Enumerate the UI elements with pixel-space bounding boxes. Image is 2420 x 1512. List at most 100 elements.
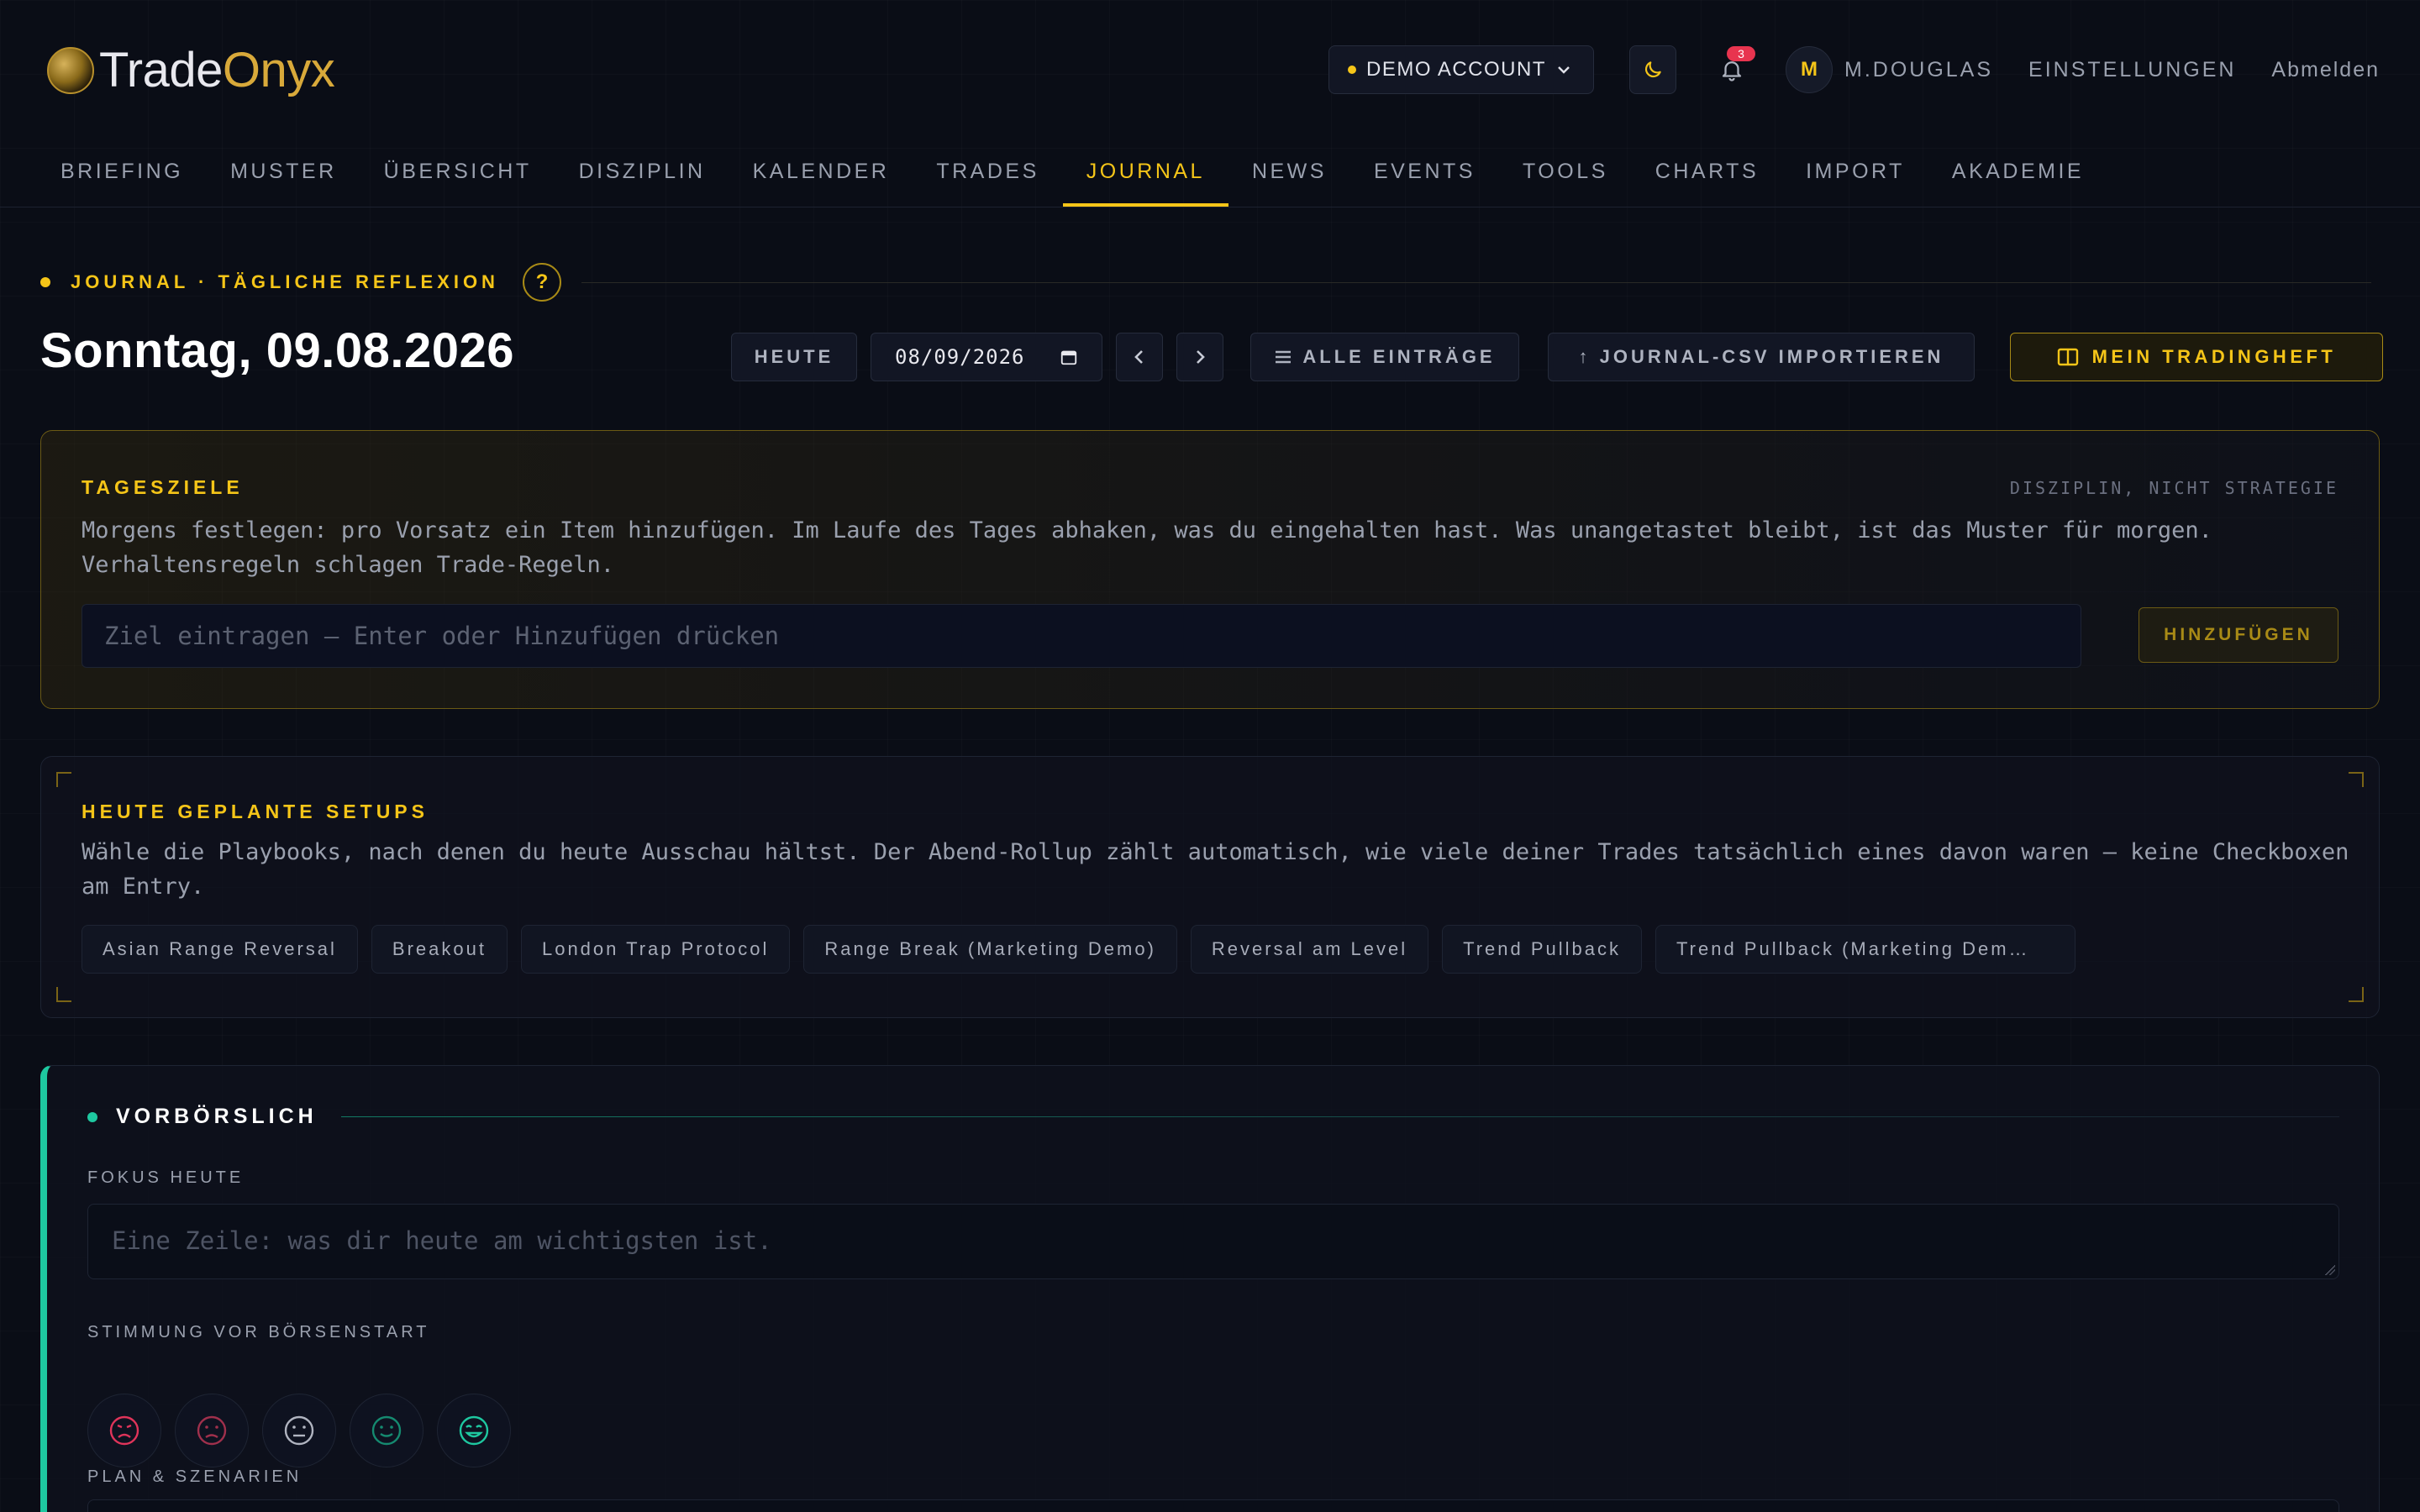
angry-face-icon: [109, 1415, 139, 1446]
tab-tools[interactable]: TOOLS: [1499, 139, 1632, 207]
mood-very-good-button[interactable]: [437, 1394, 511, 1467]
goals-description-line-1: Morgens festlegen: pro Vorsatz ein Item …: [82, 517, 2212, 543]
setup-chip[interactable]: London Trap Protocol: [520, 925, 791, 974]
today-button[interactable]: HEUTE: [731, 333, 857, 381]
username-link[interactable]: M.DOUGLAS: [1844, 58, 1993, 82]
moon-icon: [1644, 61, 1661, 78]
plan-textarea[interactable]: [87, 1499, 2339, 1512]
setups-description: Wähle die Playbooks, nach denen du heute…: [82, 835, 2350, 904]
mood-selector: [87, 1394, 524, 1467]
setups-description-line-1: Wähle die Playbooks, nach denen du heute…: [82, 839, 2349, 865]
tab-charts[interactable]: CHARTS: [1632, 139, 1782, 207]
brand-logo[interactable]: TradeOnyx: [47, 42, 335, 98]
mood-label: STIMMUNG VOR BÖRSENSTART: [87, 1323, 430, 1341]
goal-input[interactable]: Ziel eintragen — Enter oder Hinzufügen d…: [82, 604, 2081, 668]
eyebrow-dot: [40, 277, 50, 287]
chevron-left-icon: [1134, 350, 1143, 364]
calendar-icon: [1060, 350, 1077, 365]
premarket-card: VORBÖRSLICH FOKUS HEUTE Eine Zeile: was …: [40, 1065, 2380, 1512]
date-value: 08/09/2026: [895, 345, 1025, 369]
focus-textarea[interactable]: Eine Zeile: was dir heute am wichtigsten…: [87, 1204, 2339, 1279]
goals-description-line-2: Verhaltensregeln schlagen Trade-Regeln.: [82, 552, 614, 578]
eyebrow-divider: [581, 281, 2371, 283]
mood-good-button[interactable]: [350, 1394, 424, 1467]
tab-news[interactable]: NEWS: [1228, 139, 1350, 207]
goals-title: TAGESZIELE: [82, 476, 244, 498]
tab-muster[interactable]: MUSTER: [207, 139, 360, 207]
mood-very-bad-button[interactable]: [87, 1394, 161, 1467]
date-picker-input[interactable]: 08/09/2026: [871, 333, 1102, 381]
corner-mark: [56, 987, 71, 1002]
account-switcher[interactable]: DEMO ACCOUNT: [1328, 45, 1594, 94]
all-entries-button[interactable]: ALLE EINTRÄGE: [1250, 333, 1519, 381]
smile-face-icon: [371, 1415, 402, 1446]
eyebrow-label: JOURNAL · TÄGLICHE REFLEXION: [71, 271, 499, 292]
resize-handle-icon[interactable]: [2325, 1265, 2335, 1275]
corner-mark: [56, 772, 71, 787]
tab-import[interactable]: IMPORT: [1782, 139, 1928, 207]
planned-setups-card: HEUTE GEPLANTE SETUPS Wähle die Playbook…: [40, 756, 2380, 1018]
corner-mark: [2349, 772, 2364, 787]
onyx-logo-icon: [47, 46, 94, 94]
account-status-dot: [1347, 66, 1356, 74]
next-day-button[interactable]: [1176, 333, 1223, 381]
settings-link[interactable]: EINSTELLUNGEN: [2028, 58, 2236, 82]
brand-name: TradeOnyx: [99, 43, 335, 97]
theme-toggle-button[interactable]: [1629, 45, 1676, 94]
tradingheft-button[interactable]: MEIN TRADINGHEFT: [2010, 333, 2383, 381]
goals-description: Morgens festlegen: pro Vorsatz ein Item …: [82, 513, 2212, 582]
tab-disziplin[interactable]: DISZIPLIN: [555, 139, 729, 207]
premarket-divider: [340, 1116, 2339, 1117]
mood-neutral-button[interactable]: [262, 1394, 336, 1467]
notification-count-badge: 3: [1727, 46, 1755, 61]
top-bar: TradeOnyx DEMO ACCOUNT 3 M M.DOUGLAS EIN…: [0, 0, 2420, 139]
tab-journal[interactable]: JOURNAL: [1062, 139, 1229, 207]
mood-bad-button[interactable]: [175, 1394, 249, 1467]
focus-placeholder: Eine Zeile: was dir heute am wichtigsten…: [112, 1226, 772, 1255]
tab-uebersicht[interactable]: ÜBERSICHT: [360, 139, 555, 207]
notifications-button[interactable]: 3: [1715, 46, 1755, 87]
setup-chip[interactable]: Reversal am Level: [1190, 925, 1429, 974]
user-nav: DEMO ACCOUNT 3 M M.DOUGLAS EINSTELLUNGEN…: [1328, 45, 2380, 94]
all-entries-label: ALLE EINTRÄGE: [1302, 346, 1496, 367]
corner-mark: [2349, 987, 2364, 1002]
setup-chip[interactable]: Range Break (Marketing Demo): [803, 925, 1177, 974]
main-navigation: BRIEFING MUSTER ÜBERSICHT DISZIPLIN KALE…: [37, 139, 2107, 207]
help-button[interactable]: ?: [522, 263, 561, 302]
setup-chip[interactable]: Breakout: [371, 925, 508, 974]
list-icon: [1276, 350, 1292, 364]
focus-label: FOKUS HEUTE: [87, 1168, 245, 1187]
daily-goals-card: TAGESZIELE DISZIPLIN, NICHT STRATEGIE Mo…: [40, 430, 2380, 709]
journal-toolbar: HEUTE 08/09/2026 ALLE EINTRÄGE ↑ JOURNAL…: [731, 333, 2383, 381]
setup-chips: Asian Range Reversal Breakout London Tra…: [82, 925, 2089, 974]
import-csv-button[interactable]: ↑ JOURNAL-CSV IMPORTIEREN: [1548, 333, 1975, 381]
setup-chip[interactable]: Trend Pullback (Marketing Dem…: [1655, 925, 2076, 974]
tab-kalender[interactable]: KALENDER: [729, 139, 913, 207]
setups-description-line-2: am Entry.: [82, 874, 205, 900]
book-icon: [2057, 348, 2078, 366]
premarket-dot: [87, 1111, 97, 1122]
neutral-face-icon: [284, 1415, 314, 1446]
page-title: Sonntag, 09.08.2026: [40, 323, 514, 378]
avatar[interactable]: M: [1786, 46, 1833, 93]
premarket-title: VORBÖRSLICH: [116, 1105, 318, 1128]
chevron-down-icon: [1556, 61, 1571, 79]
sad-face-icon: [197, 1415, 227, 1446]
logout-link[interactable]: Abmelden: [2271, 58, 2380, 82]
tab-akademie[interactable]: AKADEMIE: [1928, 139, 2107, 207]
setup-chip[interactable]: Asian Range Reversal: [82, 925, 358, 974]
tab-trades[interactable]: TRADES: [913, 139, 1062, 207]
chevron-right-icon: [1197, 350, 1205, 364]
premarket-header: VORBÖRSLICH: [87, 1105, 2339, 1129]
account-label: DEMO ACCOUNT: [1365, 58, 1546, 81]
tab-events[interactable]: EVENTS: [1350, 139, 1499, 207]
tab-briefing[interactable]: BRIEFING: [37, 139, 207, 207]
add-goal-button[interactable]: HINZUFÜGEN: [2139, 607, 2338, 663]
tradingheft-label: MEIN TRADINGHEFT: [2091, 346, 2337, 367]
previous-day-button[interactable]: [1116, 333, 1163, 381]
setups-title: HEUTE GEPLANTE SETUPS: [82, 801, 429, 822]
section-eyebrow: JOURNAL · TÄGLICHE REFLEXION ?: [40, 263, 2380, 302]
goals-meta: DISZIPLIN, NICHT STRATEGIE: [2009, 478, 2338, 498]
plan-label: PLAN & SZENARIEN: [87, 1467, 302, 1486]
setup-chip[interactable]: Trend Pullback: [1442, 925, 1643, 974]
